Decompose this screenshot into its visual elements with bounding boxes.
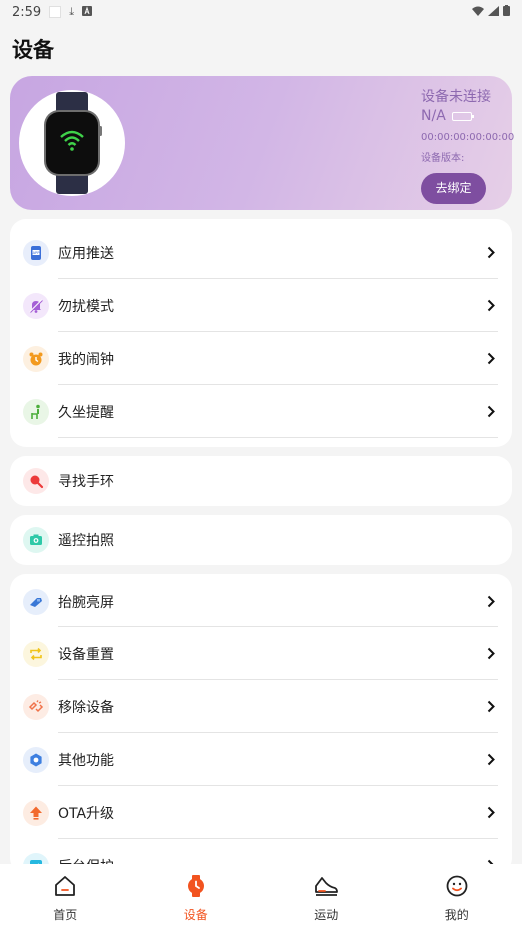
device-name-row: N/A	[421, 108, 514, 124]
find-band-icon	[23, 468, 49, 494]
battery-status-icon	[503, 4, 510, 20]
menu-item-label: 移除设备	[58, 699, 114, 716]
menu-item-ota-upgrade[interactable]: OTA升级	[10, 786, 512, 839]
menu-item-label: 抬腕亮屏	[58, 594, 114, 611]
tab-label: 首页	[53, 908, 78, 922]
chevron-right-icon	[484, 806, 498, 820]
home-icon	[53, 874, 77, 902]
chevron-right-icon	[484, 595, 498, 609]
battery-icon	[451, 111, 474, 121]
device-info: 设备未连接 N/A 00:00:00:00:00:00 设备版本: 去绑定	[421, 86, 514, 204]
tab-label: 设备	[183, 908, 208, 922]
watch-image	[19, 90, 125, 196]
settings-group-3: 遥控拍照	[10, 515, 512, 565]
chevron-right-icon	[484, 753, 498, 767]
tab-home[interactable]: 首页	[0, 864, 131, 928]
bind-button[interactable]: 去绑定	[421, 173, 486, 204]
menu-item-remove-device[interactable]: 移除设备	[10, 680, 512, 733]
chevron-right-icon	[484, 700, 498, 714]
device-card: 设备未连接 N/A 00:00:00:00:00:00 设备版本: 去绑定	[10, 76, 514, 210]
menu-item-label: 久坐提醒	[58, 404, 114, 421]
menu-item-label: 其他功能	[58, 752, 114, 769]
device-reset-icon	[23, 640, 49, 667]
menu-item-remote-camera[interactable]: 遥控拍照	[10, 515, 512, 565]
do-not-disturb-icon	[23, 292, 49, 319]
remove-device-icon	[23, 693, 49, 720]
svg-text:APP: APP	[33, 251, 41, 255]
bottom-tab-bar: 首页 设备 运动 我的	[0, 864, 522, 928]
menu-item-label: 应用推送	[58, 245, 114, 262]
shoe-icon	[313, 874, 339, 902]
menu-item-do-not-disturb[interactable]: 勿扰模式	[10, 279, 512, 332]
remote-camera-icon	[23, 527, 49, 553]
device-name: N/A	[421, 108, 446, 124]
menu-item-raise-wrist[interactable]: 抬腕亮屏	[10, 574, 512, 627]
signal-icon	[488, 5, 499, 20]
menu-item-label: 遥控拍照	[58, 533, 114, 549]
tab-label: 我的	[444, 908, 469, 922]
alarm-clock-icon	[23, 345, 49, 372]
other-functions-icon	[23, 746, 49, 773]
status-time: 2:59	[12, 4, 42, 20]
ota-upgrade-icon	[23, 799, 49, 826]
mac-address: 00:00:00:00:00:00	[421, 132, 515, 143]
raise-wrist-icon	[23, 588, 49, 615]
menu-item-sedentary-reminder[interactable]: 久坐提醒	[10, 385, 512, 438]
watch-icon	[184, 874, 208, 902]
menu-item-label: 设备重置	[58, 646, 114, 663]
status-bar: 2:59 ⤓	[0, 0, 522, 24]
tab-device[interactable]: 设备	[131, 864, 262, 928]
menu-item-device-reset[interactable]: 设备重置	[10, 627, 512, 680]
chevron-right-icon	[484, 246, 498, 260]
menu-item-app-push[interactable]: APP 应用推送	[10, 219, 512, 279]
tab-sport[interactable]: 运动	[261, 864, 392, 928]
menu-item-label: OTA升级	[58, 805, 115, 822]
notification-square-icon	[49, 6, 62, 18]
app-push-icon: APP	[23, 239, 49, 266]
page-title: 设备	[12, 38, 54, 62]
download-icon: ⤓	[69, 5, 75, 18]
settings-group-2: 寻找手环	[10, 456, 512, 506]
a-badge-icon	[82, 5, 93, 20]
chevron-right-icon	[484, 647, 498, 661]
menu-item-other-functions[interactable]: 其他功能	[10, 733, 512, 786]
wifi-icon	[472, 5, 484, 20]
tab-mine[interactable]: 我的	[392, 864, 522, 928]
sedentary-reminder-icon	[23, 398, 49, 425]
menu-item-alarm[interactable]: 我的闹钟	[10, 332, 512, 385]
tab-label: 运动	[314, 908, 339, 922]
settings-group-4: 抬腕亮屏 设备重置 移除设备 其他功能 OTA升级 后台保护	[10, 574, 512, 874]
device-version: 设备版本:	[421, 153, 465, 164]
menu-item-label: 寻找手环	[58, 474, 114, 490]
chevron-right-icon	[484, 352, 498, 366]
menu-item-label: 勿扰模式	[58, 298, 114, 315]
chevron-right-icon	[484, 299, 498, 313]
chevron-right-icon	[484, 405, 498, 419]
menu-item-find-band[interactable]: 寻找手环	[10, 456, 512, 506]
settings-group-1: APP 应用推送 勿扰模式 我的闹钟 久坐提醒	[10, 219, 512, 447]
smile-icon	[445, 874, 469, 902]
connection-status: 设备未连接	[421, 89, 491, 105]
menu-item-label: 我的闹钟	[58, 351, 114, 368]
